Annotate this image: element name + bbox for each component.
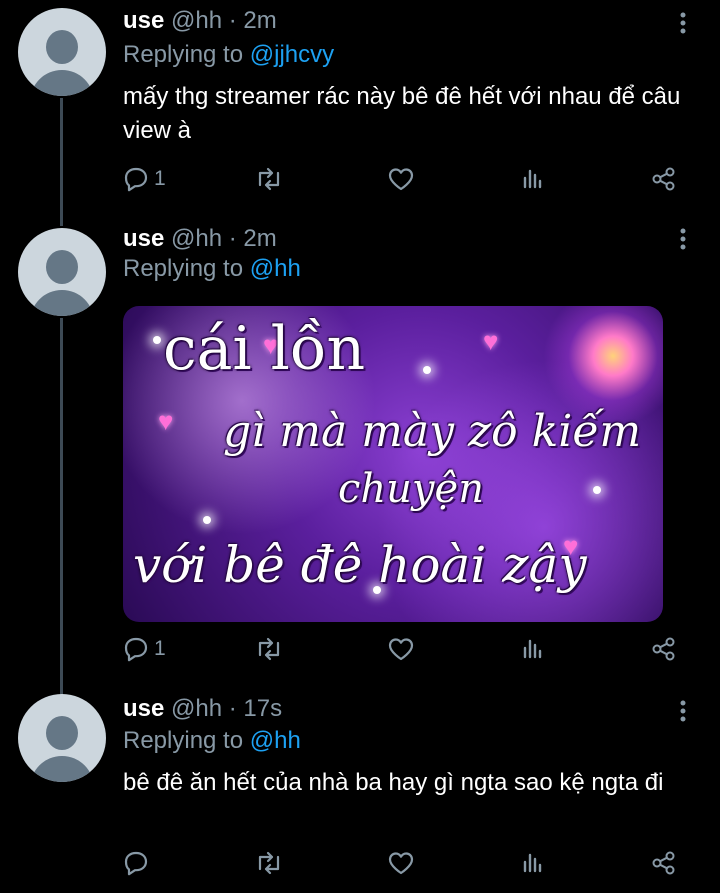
avatar-body	[30, 70, 94, 96]
replying-to-handle[interactable]: @hh	[250, 255, 301, 282]
heart-decoration: ♥	[483, 326, 499, 356]
analytics-icon	[518, 165, 546, 193]
like-button[interactable]	[386, 632, 416, 666]
more-options-icon[interactable]	[672, 696, 694, 726]
image-text-line: với bê đê hoài zậy	[133, 536, 587, 594]
sparkle	[203, 516, 211, 524]
tweet-text: bê đê ăn hết của nhà ba hay gì ngta sao …	[123, 769, 664, 796]
reply-button[interactable]	[122, 846, 154, 880]
reply-icon	[122, 849, 150, 877]
avatar[interactable]	[18, 228, 106, 316]
reply-icon	[122, 165, 150, 193]
tweet-actions	[120, 846, 690, 880]
tweet[interactable]: use @hh · 2m Replying to @jjhcvy mấy thg…	[0, 0, 720, 215]
retweet-button[interactable]	[254, 162, 284, 196]
replying-to: Replying to @jjhcvy	[123, 40, 334, 70]
share-button[interactable]	[650, 632, 678, 666]
sparkle	[593, 486, 601, 494]
retweet-icon	[254, 849, 284, 877]
analytics-icon	[518, 849, 546, 877]
tweet-header: use @hh · 2m	[123, 224, 277, 254]
like-icon	[386, 635, 416, 663]
heart-decoration: ♥	[158, 406, 174, 436]
more-options-icon[interactable]	[672, 8, 694, 38]
tweet[interactable]: use @hh · 17s Replying to @hh bê đê ăn h…	[0, 690, 720, 893]
replying-to-label: Replying to	[123, 41, 250, 68]
more-options-icon[interactable]	[672, 224, 694, 254]
display-name[interactable]: use	[123, 225, 164, 252]
image-text-line: chuyện	[338, 466, 484, 512]
analytics-icon	[518, 635, 546, 663]
reply-button[interactable]: 1	[122, 632, 166, 666]
tweet-actions: 1	[120, 162, 690, 196]
image-text-line: cái lồn	[163, 314, 366, 384]
retweet-button[interactable]	[254, 632, 284, 666]
retweet-icon	[254, 635, 284, 663]
like-icon	[386, 165, 416, 193]
analytics-button[interactable]	[518, 632, 546, 666]
sparkle	[153, 336, 161, 344]
image-text-line: gì mà mày zô kiếm	[223, 406, 642, 457]
avatar-body	[30, 290, 94, 316]
share-button[interactable]	[650, 162, 678, 196]
tweet[interactable]: use @hh · 2m Replying to @hh ♥ ♥ ♥ ♥ cái…	[0, 220, 720, 680]
share-icon	[650, 635, 678, 663]
retweet-button[interactable]	[254, 846, 284, 880]
avatar[interactable]	[18, 694, 106, 782]
sparkle	[423, 366, 431, 374]
replying-to: Replying to @hh	[123, 254, 301, 284]
tweet-header: use @hh · 17s	[123, 694, 282, 724]
handle-and-time: @hh · 2m	[171, 7, 277, 34]
like-button[interactable]	[386, 162, 416, 196]
analytics-button[interactable]	[518, 162, 546, 196]
avatar-body	[30, 756, 94, 782]
tweet-image[interactable]: ♥ ♥ ♥ ♥ cái lồn gì mà mày zô kiếm chuyện…	[123, 306, 663, 622]
display-name[interactable]: use	[123, 695, 164, 722]
replying-to-label: Replying to	[123, 255, 250, 282]
replying-to: Replying to @hh	[123, 726, 301, 756]
share-button[interactable]	[650, 846, 678, 880]
handle-and-time: @hh · 17s	[171, 695, 283, 722]
avatar[interactable]	[18, 8, 106, 96]
avatar-head	[46, 716, 78, 750]
reply-icon	[122, 635, 150, 663]
retweet-icon	[254, 165, 284, 193]
reply-button[interactable]: 1	[122, 162, 166, 196]
avatar-head	[46, 30, 78, 64]
analytics-button[interactable]	[518, 846, 546, 880]
tweet-actions: 1	[120, 632, 690, 666]
display-name[interactable]: use	[123, 7, 164, 34]
like-button[interactable]	[386, 846, 416, 880]
replying-to-label: Replying to	[123, 727, 250, 754]
share-icon	[650, 165, 678, 193]
tweet-text: mấy thg streamer rác này bê đê hết với n…	[123, 83, 681, 144]
share-icon	[650, 849, 678, 877]
replying-to-handle[interactable]: @jjhcvy	[250, 41, 334, 68]
handle-and-time: @hh · 2m	[171, 225, 277, 252]
tweet-header: use @hh · 2m	[123, 6, 277, 36]
avatar-head	[46, 250, 78, 284]
replying-to-handle[interactable]: @hh	[250, 727, 301, 754]
reply-count: 1	[154, 167, 166, 190]
like-icon	[386, 849, 416, 877]
reply-count: 1	[154, 637, 166, 660]
